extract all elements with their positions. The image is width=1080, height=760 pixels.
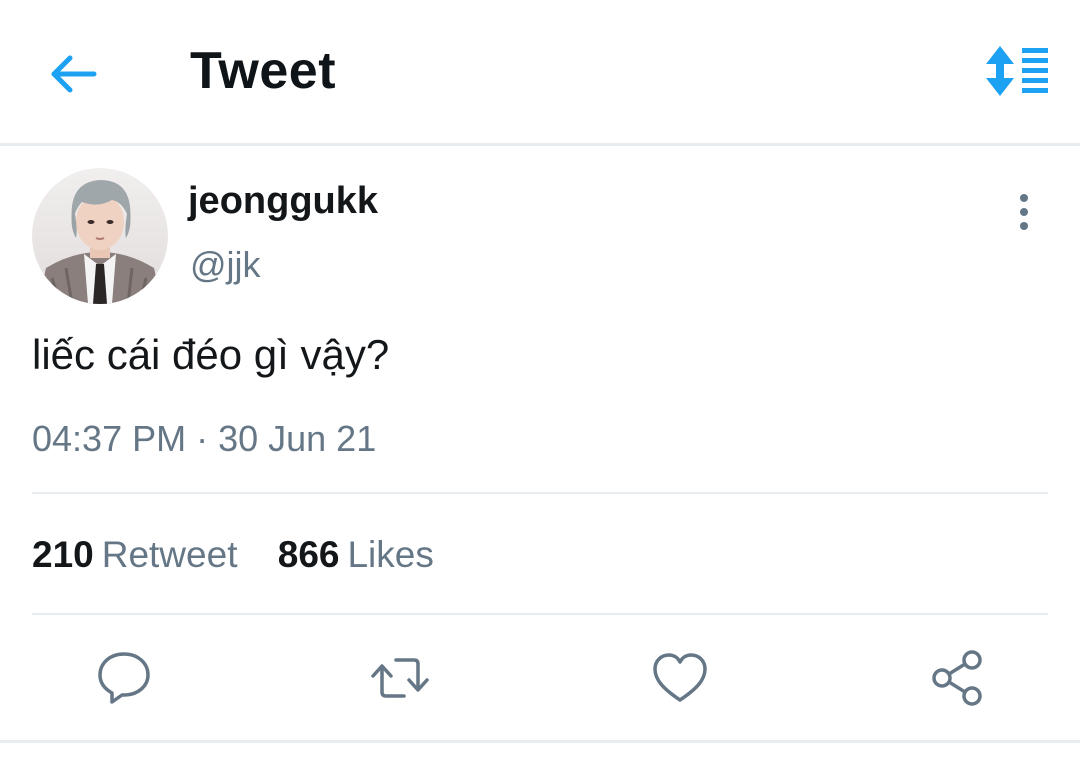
reply-button[interactable] [94,648,154,708]
likes-count: 866 [277,534,340,575]
sort-toggle-icon [986,46,1048,96]
divider [32,492,1048,494]
display-name[interactable]: jeonggukk [188,178,378,224]
divider [0,740,1080,743]
tweet-detail-page: Tweet jeonggukk @jjk liếc cái đéo gì vậy… [0,0,1080,760]
back-button[interactable] [46,48,102,100]
tweet-text: liếc cái đéo gì vậy? [32,331,390,378]
tweet-stats: 210 Retweet 866 Likes [32,532,464,578]
likes-label: Likes [347,534,434,575]
page-title: Tweet [190,42,337,100]
retweet-count: 210 [32,534,94,575]
divider [32,613,1048,615]
heart-icon [653,653,707,702]
top-app-bar: Tweet [0,0,1080,146]
sort-toggle-button[interactable] [982,44,1052,100]
user-handle[interactable]: @jjk [190,242,261,288]
more-vertical-icon [1020,194,1028,230]
tweet-timestamp: 04:37 PM · 30 Jun 21 [32,418,377,459]
share-icon [932,650,982,706]
arrow-left-icon [51,55,97,93]
retweet-button[interactable] [370,648,430,708]
comment-icon [98,652,150,704]
avatar[interactable] [32,168,168,304]
retweet-icon [371,658,429,698]
more-options-button[interactable] [1006,190,1042,234]
retweet-label: Retweet [101,534,238,575]
profile-photo [32,168,168,304]
likes-stat[interactable]: 866 Likes [278,532,434,578]
like-button[interactable] [650,648,710,708]
share-button[interactable] [928,648,988,708]
retweet-stat[interactable]: 210 Retweet [32,532,237,578]
